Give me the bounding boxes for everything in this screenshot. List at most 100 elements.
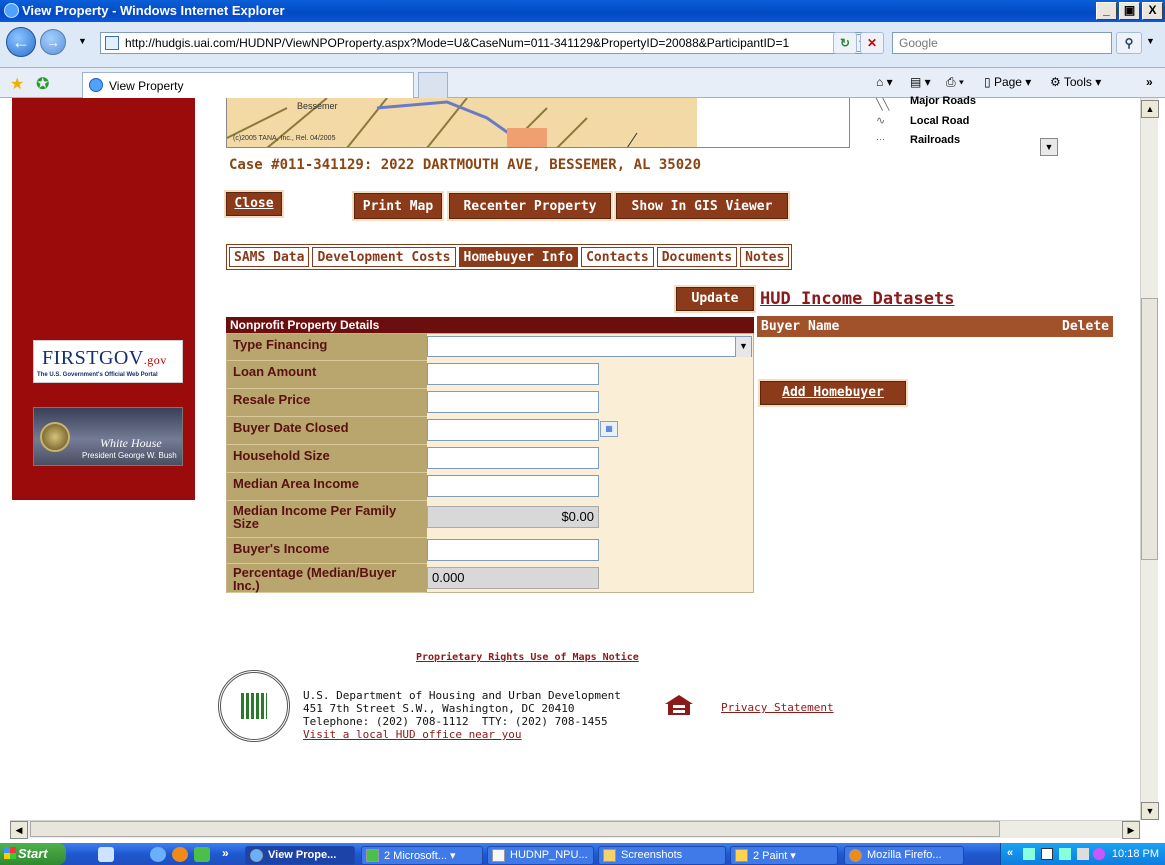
page-icon: [105, 36, 119, 50]
tab-documents[interactable]: Documents: [656, 247, 738, 267]
firefox-quicklaunch-icon[interactable]: [172, 847, 188, 862]
label-household-size: Household Size: [227, 445, 427, 473]
refresh-icon[interactable]: ↻: [833, 32, 857, 54]
address-input[interactable]: http://hudgis.uai.com/HUDNP/ViewNPOPrope…: [100, 32, 870, 54]
scroll-down-icon[interactable]: ▼: [1141, 802, 1159, 820]
search-options-icon[interactable]: ▼: [1146, 36, 1155, 46]
hud-address: U.S. Department of Housing and Urban Dev…: [303, 689, 621, 728]
vertical-scroll-thumb[interactable]: [1141, 298, 1158, 560]
print-map-button[interactable]: Print Map: [352, 191, 444, 221]
calendar-icon[interactable]: ▦: [600, 421, 618, 437]
close-window-button[interactable]: X: [1142, 2, 1163, 20]
median-income-per-family-value: $0.00: [427, 506, 599, 528]
property-map[interactable]: Bessemer (c)2005 TANA, Inc., Rel. 04/200…: [226, 98, 850, 148]
task-firefox[interactable]: Mozilla Firefo...: [844, 846, 964, 865]
nav-dropdown-icon[interactable]: ▼: [78, 36, 87, 46]
window-title: View Property - Windows Internet Explore…: [22, 3, 285, 18]
tab-notes[interactable]: Notes: [740, 247, 790, 267]
loan-amount-input[interactable]: [427, 363, 599, 385]
search-input[interactable]: Google: [892, 32, 1112, 54]
search-icon[interactable]: ⚲: [1116, 32, 1142, 54]
ie-quicklaunch-icon[interactable]: [150, 847, 166, 862]
minimize-button[interactable]: _: [1096, 2, 1117, 20]
antivirus-icon[interactable]: [1093, 848, 1105, 860]
tools-menu[interactable]: ⚙ Tools ▾: [1050, 75, 1101, 89]
volume-icon[interactable]: [1077, 848, 1089, 860]
tab-development-costs[interactable]: Development Costs: [312, 247, 456, 267]
property-tabs: SAMS Data Development Costs Homebuyer In…: [226, 244, 793, 270]
tab-sams-data[interactable]: SAMS Data: [229, 247, 310, 267]
back-arrow-icon[interactable]: ←: [6, 27, 36, 57]
new-tab-button[interactable]: [418, 72, 448, 98]
local-hud-office-link[interactable]: Visit a local HUD office near you: [303, 728, 522, 741]
network-icon[interactable]: [1023, 848, 1035, 860]
privacy-statement-link[interactable]: Privacy Statement: [721, 701, 834, 714]
resale-price-input[interactable]: [427, 391, 599, 413]
network2-icon[interactable]: [1059, 848, 1071, 860]
update-button[interactable]: Update: [674, 285, 756, 313]
legend-scroll-down-icon[interactable]: ▼: [1040, 138, 1058, 156]
task-hudnp[interactable]: HUDNP_NPU...: [487, 846, 594, 865]
label-buyers-income: Buyer's Income: [227, 538, 427, 564]
tab-view-property[interactable]: View Property: [82, 72, 414, 98]
hud-seal-logo: [218, 670, 290, 742]
task-microsoft[interactable]: 2 Microsoft... ▾: [361, 846, 483, 865]
tray-app-icon[interactable]: [1041, 848, 1053, 860]
ie-icon: [4, 3, 19, 18]
show-in-gis-viewer-button[interactable]: Show In GIS Viewer: [614, 191, 790, 221]
map-legend: ╲╲ Major Roads ∿ Local Road ⋯ Railroads: [864, 95, 1040, 154]
title-bar: View Property - Windows Internet Explore…: [0, 0, 1165, 22]
hud-income-datasets-link[interactable]: HUD Income Datasets: [760, 289, 954, 309]
type-financing-select[interactable]: ▼: [427, 336, 752, 357]
buyers-income-input[interactable]: [427, 539, 599, 561]
label-percentage: Percentage (Median/Buyer Inc.): [227, 564, 427, 593]
chevron-more-icon[interactable]: »: [1146, 75, 1153, 89]
close-button[interactable]: Close: [224, 190, 284, 218]
start-button[interactable]: Start: [0, 843, 66, 865]
stop-icon[interactable]: ✕: [860, 32, 884, 54]
favorites-star-icon[interactable]: ★: [10, 74, 24, 94]
buyers-table-header: Buyer Name Delete: [757, 316, 1113, 337]
recenter-property-button[interactable]: Recenter Property: [447, 191, 613, 221]
percentage-value: 0.000: [427, 567, 599, 589]
whitehouse-banner[interactable]: White House President George W. Bush: [33, 407, 183, 466]
horizontal-scroll-thumb[interactable]: [30, 821, 1000, 837]
page-menu[interactable]: ▯ Page ▾: [984, 75, 1031, 89]
task-screenshots[interactable]: Screenshots: [598, 846, 726, 865]
scroll-right-icon[interactable]: ▶: [1122, 821, 1140, 839]
buyer-date-closed-input[interactable]: [427, 419, 599, 441]
ie-tab-icon: [89, 78, 103, 92]
clock[interactable]: 10:18 PM: [1112, 848, 1159, 860]
feeds-icon[interactable]: ▤ ▾: [910, 75, 931, 89]
add-favorites-icon[interactable]: ✪: [36, 74, 49, 94]
system-tray: « 10:18 PM: [1000, 843, 1165, 865]
add-homebuyer-button[interactable]: Add Homebuyer: [758, 379, 908, 407]
address-toolbar: ← → ▼ http://hudgis.uai.com/HUDNP/ViewNP…: [0, 22, 1165, 68]
label-resale-price: Resale Price: [227, 389, 427, 417]
tab-homebuyer-info[interactable]: Homebuyer Info: [458, 247, 579, 267]
household-size-input[interactable]: [427, 447, 599, 469]
task-view-property[interactable]: View Prope...: [245, 846, 355, 865]
median-area-income-input[interactable]: [427, 475, 599, 497]
quicklaunch-chevron-icon[interactable]: »: [222, 846, 229, 860]
major-roads-icon: ╲╲: [876, 99, 890, 111]
delete-column: Delete: [1062, 319, 1109, 334]
maximize-button[interactable]: ▣: [1119, 2, 1140, 20]
presidential-seal-icon: [40, 422, 70, 452]
tray-expand-icon[interactable]: «: [1007, 847, 1013, 859]
print-icon[interactable]: ⎙ ▾: [946, 75, 964, 90]
forward-arrow-icon[interactable]: →: [40, 29, 66, 55]
scroll-left-icon[interactable]: ◀: [10, 821, 28, 839]
show-desktop-icon[interactable]: [98, 847, 114, 862]
scroll-up-icon[interactable]: ▲: [1141, 100, 1159, 118]
local-road-icon: ∿: [876, 115, 886, 127]
app-quicklaunch-icon[interactable]: [194, 847, 210, 862]
task-paint[interactable]: 2 Paint ▾: [730, 846, 838, 865]
home-icon[interactable]: ⌂ ▾: [876, 75, 893, 89]
form-header: Nonprofit Property Details: [226, 317, 754, 333]
chevron-down-icon[interactable]: ▼: [735, 337, 751, 357]
firstgov-logo[interactable]: FIRSTGOV.gov The U.S. Government's Offic…: [33, 340, 183, 383]
tab-contacts[interactable]: Contacts: [581, 247, 654, 267]
case-heading: Case #011-341129: 2022 DARTMOUTH AVE, BE…: [229, 157, 702, 173]
proprietary-rights-link[interactable]: Proprietary Rights Use of Maps Notice: [416, 652, 639, 663]
